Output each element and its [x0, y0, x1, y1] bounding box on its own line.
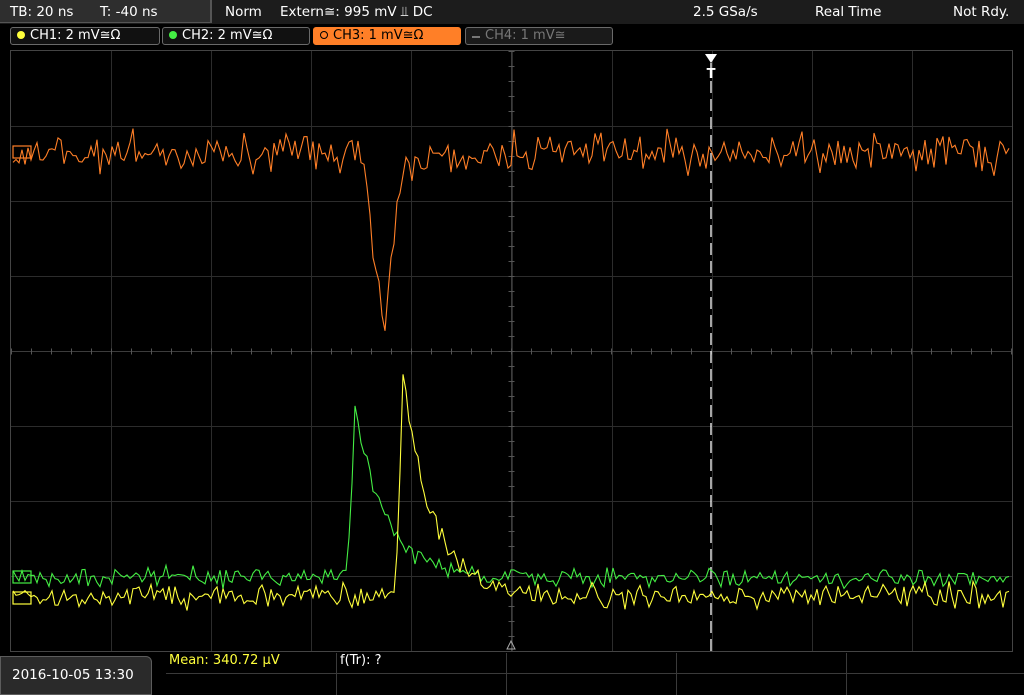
- acquisition-mode-readout: Real Time: [815, 4, 882, 20]
- measurement-row: [166, 653, 1024, 674]
- trigger-mode-readout[interactable]: Norm: [225, 0, 262, 24]
- channel-2-label: CH2: 2 mV≅Ω: [182, 28, 273, 43]
- waveform-display[interactable]: T: [10, 50, 1013, 652]
- channel-4-indicator-icon: [472, 36, 480, 39]
- trigger-arrow-icon[interactable]: [705, 54, 717, 63]
- channel-3-button[interactable]: CH3: 1 mV≅Ω: [313, 27, 461, 45]
- measurement-divider: [846, 653, 847, 695]
- measurement-frequency[interactable]: f(Tr): ?: [340, 651, 382, 671]
- channel-2-button[interactable]: CH2: 2 mV≅Ω: [162, 27, 310, 45]
- measurement-divider: [336, 653, 337, 695]
- datetime-panel: 2016-10-05 13:30: [0, 656, 152, 695]
- measurement-mean[interactable]: Mean: 340.72 µV: [169, 651, 280, 671]
- channel-4-label: CH4: 1 mV≅: [485, 28, 566, 43]
- datetime-readout: 2016-10-05 13:30: [12, 667, 134, 683]
- channel-3-label: CH3: 1 mV≅Ω: [333, 28, 424, 43]
- trigger-source-readout[interactable]: Extern≅: 995 mV ⫫ DC: [280, 0, 433, 24]
- graticule: [11, 51, 1012, 651]
- channel-bar: CH1: 2 mV≅Ω CH2: 2 mV≅Ω CH3: 1 mV≅Ω CH4:…: [0, 24, 1024, 48]
- channel-4-button[interactable]: CH4: 1 mV≅: [465, 27, 613, 45]
- sample-rate-readout: 2.5 GSa/s: [693, 4, 758, 20]
- channel-1-indicator-icon: [17, 31, 25, 39]
- channel-1-button[interactable]: CH1: 2 mV≅Ω: [10, 27, 160, 45]
- measurement-divider: [676, 653, 677, 695]
- top-status-bar: TB: 20 ns T: -40 ns Norm Extern≅: 995 mV…: [0, 0, 1024, 24]
- channel-1-label: CH1: 2 mV≅Ω: [30, 28, 121, 43]
- trigger-marker-label: T: [707, 67, 716, 82]
- trigger-position-readout[interactable]: T: -40 ns: [100, 0, 158, 24]
- measurement-divider: [506, 653, 507, 695]
- measurement-table[interactable]: Mean: 340.72 µV f(Tr): ?: [166, 653, 1024, 695]
- channel-3-indicator-icon: [320, 31, 328, 39]
- channel-2-indicator-icon: [169, 31, 177, 39]
- timebase-readout[interactable]: TB: 20 ns: [10, 0, 73, 24]
- waveform-canvas: T: [11, 51, 1012, 651]
- acquisition-status: Not Rdy.: [953, 4, 1010, 20]
